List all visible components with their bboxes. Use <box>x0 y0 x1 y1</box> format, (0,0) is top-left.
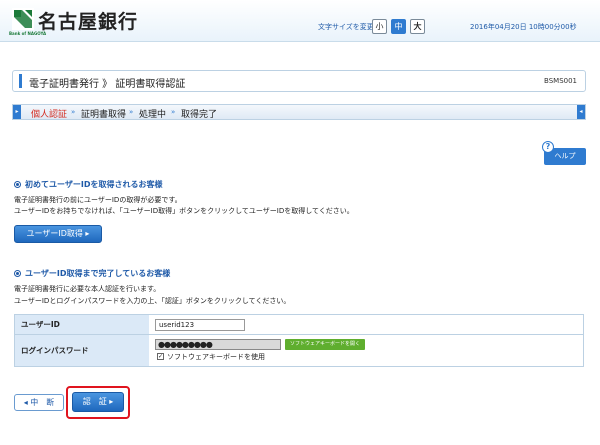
fontsize-small-button[interactable]: 小 <box>372 19 387 34</box>
bank-sub: Bank of NAGOYA <box>9 31 47 36</box>
bank-name: 名古屋銀行 <box>38 11 139 33</box>
software-keyboard-checkbox[interactable]: ✓ <box>157 353 164 360</box>
password-row: ログインパスワード ●●●●●●●●● ソフトウェアキーボードを開く ✓ ソフト… <box>15 335 583 366</box>
step-right-edge-icon: ◂ <box>577 105 585 119</box>
step-separator: » <box>71 108 76 116</box>
software-keyboard-checkbox-label: ソフトウェアキーボードを使用 <box>167 353 265 361</box>
login-form: ユーザーID userid123 ログインパスワード ●●●●●●●●● ソフト… <box>14 314 584 367</box>
password-cell: ●●●●●●●●● ソフトウェアキーボードを開く ✓ ソフトウェアキーボードを使… <box>149 335 583 366</box>
step-1: 個人認証 <box>31 110 68 120</box>
step-left-edge-icon: ▸ <box>13 105 21 119</box>
step-2: 証明書取得 <box>81 110 127 120</box>
fontsize-medium-button[interactable]: 中 <box>391 19 406 34</box>
step-separator: » <box>129 108 134 116</box>
step-separator: » <box>171 108 176 116</box>
section-registered-desc-1: 電子証明書発行に必要な本人認証を行います。 <box>14 285 161 293</box>
section-first-time-desc-2: ユーザーIDをお持ちでなければ、「ユーザーID取得」ボタンをクリックしてユーザー… <box>14 207 354 215</box>
userid-row: ユーザーID userid123 <box>15 315 583 335</box>
header: 名古屋銀行 Bank of NAGOYA 文字サイズを変更 小 中 大 2016… <box>0 0 600 42</box>
userid-cell: userid123 <box>149 315 583 334</box>
page-title: 電子証明書発行 》 証明書取得認証 <box>29 79 186 90</box>
userid-label: ユーザーID <box>15 315 149 334</box>
fontsize-label: 文字サイズを変更 <box>318 23 374 31</box>
bank-logo-icon <box>12 8 34 30</box>
bullet-icon <box>14 181 21 188</box>
step-4: 取得完了 <box>181 110 218 120</box>
question-icon: ? <box>542 141 554 153</box>
page-title-bar: 電子証明書発行 》 証明書取得認証 BSMS001 <box>12 70 586 92</box>
cancel-button[interactable]: ◂ 中 断 <box>14 394 64 411</box>
screen-id: BSMS001 <box>544 77 577 85</box>
bullet-icon <box>14 270 21 277</box>
datetime: 2016年04月20日 10時00分00秒 <box>470 23 577 31</box>
get-userid-button[interactable]: ユーザーID取得 ▸ <box>14 225 102 243</box>
section-first-time-desc-1: 電子証明書発行の前にユーザーIDの取得が必要です。 <box>14 196 182 204</box>
auth-button[interactable]: 認 証 ▸ <box>72 392 124 412</box>
password-label: ログインパスワード <box>15 335 149 366</box>
section-registered-title: ユーザーID取得まで完了しているお客様 <box>14 268 170 279</box>
step-3: 処理中 <box>139 110 167 120</box>
title-accent <box>19 74 22 88</box>
password-input[interactable]: ●●●●●●●●● <box>155 339 281 350</box>
step-indicator: ▸ 個人認証 » 証明書取得 » 処理中 » 取得完了 ◂ <box>12 104 586 120</box>
help-label: ヘルプ <box>554 152 576 160</box>
userid-input[interactable]: userid123 <box>155 319 245 331</box>
section-registered-desc-2: ユーザーIDとログインパスワードを入力の上、「認証」ボタンをクリックしてください… <box>14 297 291 305</box>
section-first-time-title: 初めてユーザーIDを取得されるお客様 <box>14 179 162 190</box>
software-keyboard-open-button[interactable]: ソフトウェアキーボードを開く <box>285 339 365 350</box>
fontsize-large-button[interactable]: 大 <box>410 19 425 34</box>
